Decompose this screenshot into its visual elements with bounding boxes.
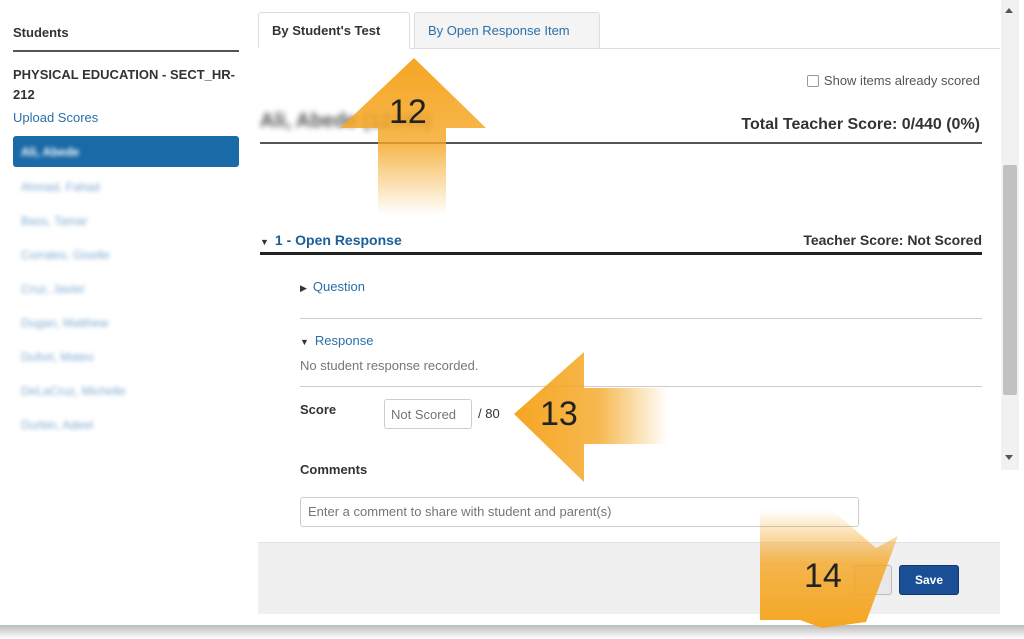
annotation-arrow-13 [514, 352, 668, 482]
annotation-number-13: 13 [540, 395, 578, 433]
annotation-number-12: 12 [389, 93, 427, 131]
annotation-layer [340, 58, 898, 628]
annotation-arrow-12 [340, 58, 486, 215]
annotation-number-14: 14 [804, 557, 842, 595]
